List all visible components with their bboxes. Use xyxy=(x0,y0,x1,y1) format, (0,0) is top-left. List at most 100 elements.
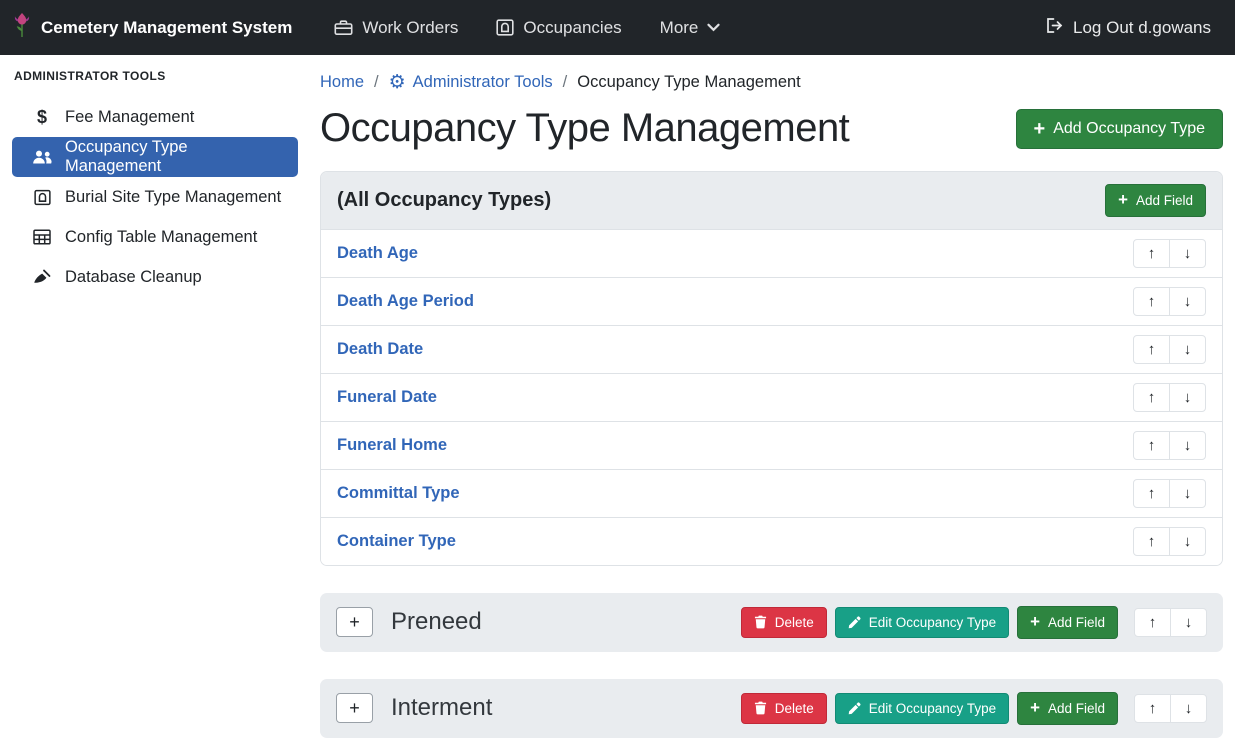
move-down-button[interactable]: ↓ xyxy=(1169,527,1206,556)
move-down-button[interactable]: ↓ xyxy=(1170,694,1207,723)
sidebar-item-database-cleanup[interactable]: Database Cleanup xyxy=(12,257,298,297)
main-content: Home / ⚙ Administrator Tools / Occupancy… xyxy=(308,55,1235,738)
move-down-button[interactable]: ↓ xyxy=(1169,287,1206,316)
add-occupancy-type-label: Add Occupancy Type xyxy=(1053,120,1205,138)
reorder-button-group: ↑ ↓ xyxy=(1133,287,1206,316)
move-up-button[interactable]: ↑ xyxy=(1133,431,1170,460)
sidebar-item-config-table-management[interactable]: Config Table Management xyxy=(12,217,298,257)
plus-icon: + xyxy=(1030,614,1040,631)
users-icon xyxy=(30,149,54,165)
add-field-button[interactable]: + Add Field xyxy=(1105,184,1206,217)
nav-work-orders[interactable]: Work Orders xyxy=(334,18,458,38)
edit-occupancy-type-button[interactable]: Edit Occupancy Type xyxy=(835,607,1009,638)
field-link[interactable]: Death Date xyxy=(337,340,423,359)
add-field-button[interactable]: + Add Field xyxy=(1017,692,1118,725)
nav-more[interactable]: More xyxy=(660,18,721,38)
delete-button[interactable]: Delete xyxy=(741,693,827,724)
admin-sidebar: ADMINISTRATOR TOOLS $ Fee Management Occ… xyxy=(0,55,308,738)
pencil-icon xyxy=(848,702,861,715)
plus-icon: + xyxy=(349,612,360,633)
sidebar-item-occupancy-type-management[interactable]: Occupancy Type Management xyxy=(12,137,298,177)
down-arrow-icon: ↓ xyxy=(1184,245,1192,262)
field-row: Death Age ↑ ↓ xyxy=(321,229,1222,277)
up-arrow-icon: ↑ xyxy=(1148,437,1156,454)
field-link[interactable]: Death Age Period xyxy=(337,292,474,311)
plus-icon: + xyxy=(349,698,360,719)
delete-button[interactable]: Delete xyxy=(741,607,827,638)
move-up-button[interactable]: ↑ xyxy=(1133,287,1170,316)
up-arrow-icon: ↑ xyxy=(1148,389,1156,406)
sidebar-item-fee-management[interactable]: $ Fee Management xyxy=(12,97,298,137)
logout-label: Log Out d.gowans xyxy=(1073,18,1211,38)
app-brand[interactable]: Cemetery Management System xyxy=(12,11,292,44)
work-orders-icon xyxy=(334,19,353,36)
move-down-button[interactable]: ↓ xyxy=(1169,239,1206,268)
field-link[interactable]: Committal Type xyxy=(337,484,460,503)
reorder-button-group: ↑ ↓ xyxy=(1133,431,1206,460)
nav-label: Work Orders xyxy=(362,18,458,38)
field-row: Funeral Date ↑ ↓ xyxy=(321,373,1222,421)
move-down-button[interactable]: ↓ xyxy=(1169,383,1206,412)
card-title: (All Occupancy Types) xyxy=(337,189,551,212)
occupancy-type-sections: + Preneed Delete Edit Occupancy Type xyxy=(320,593,1223,738)
reorder-button-group: ↑ ↓ xyxy=(1133,383,1206,412)
sidebar-heading: ADMINISTRATOR TOOLS xyxy=(14,69,298,83)
expand-section-button[interactable]: + xyxy=(336,607,373,637)
top-navbar: Cemetery Management System Work Orders O… xyxy=(0,0,1235,55)
move-down-button[interactable]: ↓ xyxy=(1169,335,1206,364)
dollar-icon: $ xyxy=(30,107,54,128)
card-header: (All Occupancy Types) + Add Field xyxy=(321,172,1222,229)
sidebar-item-label: Fee Management xyxy=(65,108,194,127)
reorder-button-group: ↑ ↓ xyxy=(1133,335,1206,364)
field-link[interactable]: Death Age xyxy=(337,244,418,263)
breadcrumb-section-label: Administrator Tools xyxy=(413,73,553,92)
breadcrumb-separator: / xyxy=(374,73,379,92)
move-up-button[interactable]: ↑ xyxy=(1133,239,1170,268)
field-row: Funeral Home ↑ ↓ xyxy=(321,421,1222,469)
up-arrow-icon: ↑ xyxy=(1148,533,1156,550)
sidebar-item-burial-site-type-management[interactable]: Burial Site Type Management xyxy=(12,177,298,217)
logout-button[interactable]: Log Out d.gowans xyxy=(1045,17,1211,39)
navbar-links: Work Orders Occupancies More xyxy=(334,18,720,38)
section-title: Interment xyxy=(391,694,492,722)
up-arrow-icon: ↑ xyxy=(1148,341,1156,358)
add-occupancy-type-button[interactable]: + Add Occupancy Type xyxy=(1016,109,1223,149)
sidebar-item-label: Burial Site Type Management xyxy=(65,188,281,207)
move-up-button[interactable]: ↑ xyxy=(1133,527,1170,556)
add-field-button[interactable]: + Add Field xyxy=(1017,606,1118,639)
move-up-button[interactable]: ↑ xyxy=(1134,694,1171,723)
down-arrow-icon: ↓ xyxy=(1184,389,1192,406)
broom-icon xyxy=(30,269,54,286)
down-arrow-icon: ↓ xyxy=(1184,341,1192,358)
all-occupancy-types-card: (All Occupancy Types) + Add Field Death … xyxy=(320,171,1223,566)
breadcrumb-home-link[interactable]: Home xyxy=(320,73,364,92)
tombstone-icon xyxy=(30,189,54,206)
add-field-label: Add Field xyxy=(1136,193,1193,208)
field-link[interactable]: Container Type xyxy=(337,532,456,551)
breadcrumb-admin-tools-link[interactable]: ⚙ Administrator Tools xyxy=(389,73,553,92)
move-down-button[interactable]: ↓ xyxy=(1169,479,1206,508)
field-row: Committal Type ↑ ↓ xyxy=(321,469,1222,517)
add-field-label: Add Field xyxy=(1048,615,1105,630)
edit-occupancy-type-button[interactable]: Edit Occupancy Type xyxy=(835,693,1009,724)
move-down-button[interactable]: ↓ xyxy=(1170,608,1207,637)
field-row: Container Type ↑ ↓ xyxy=(321,517,1222,565)
move-down-button[interactable]: ↓ xyxy=(1169,431,1206,460)
move-up-button[interactable]: ↑ xyxy=(1133,383,1170,412)
field-link[interactable]: Funeral Date xyxy=(337,388,437,407)
field-link[interactable]: Funeral Home xyxy=(337,436,447,455)
move-up-button[interactable]: ↑ xyxy=(1134,608,1171,637)
reorder-button-group: ↑ ↓ xyxy=(1133,239,1206,268)
reorder-button-group: ↑ ↓ xyxy=(1134,694,1207,723)
up-arrow-icon: ↑ xyxy=(1148,485,1156,502)
move-up-button[interactable]: ↑ xyxy=(1133,479,1170,508)
pencil-icon xyxy=(848,616,861,629)
expand-section-button[interactable]: + xyxy=(336,693,373,723)
section-title: Preneed xyxy=(391,608,482,636)
plus-icon: + xyxy=(1030,700,1040,717)
up-arrow-icon: ↑ xyxy=(1149,700,1157,717)
move-up-button[interactable]: ↑ xyxy=(1133,335,1170,364)
nav-occupancies[interactable]: Occupancies xyxy=(496,18,621,38)
up-arrow-icon: ↑ xyxy=(1148,245,1156,262)
reorder-button-group: ↑ ↓ xyxy=(1133,527,1206,556)
